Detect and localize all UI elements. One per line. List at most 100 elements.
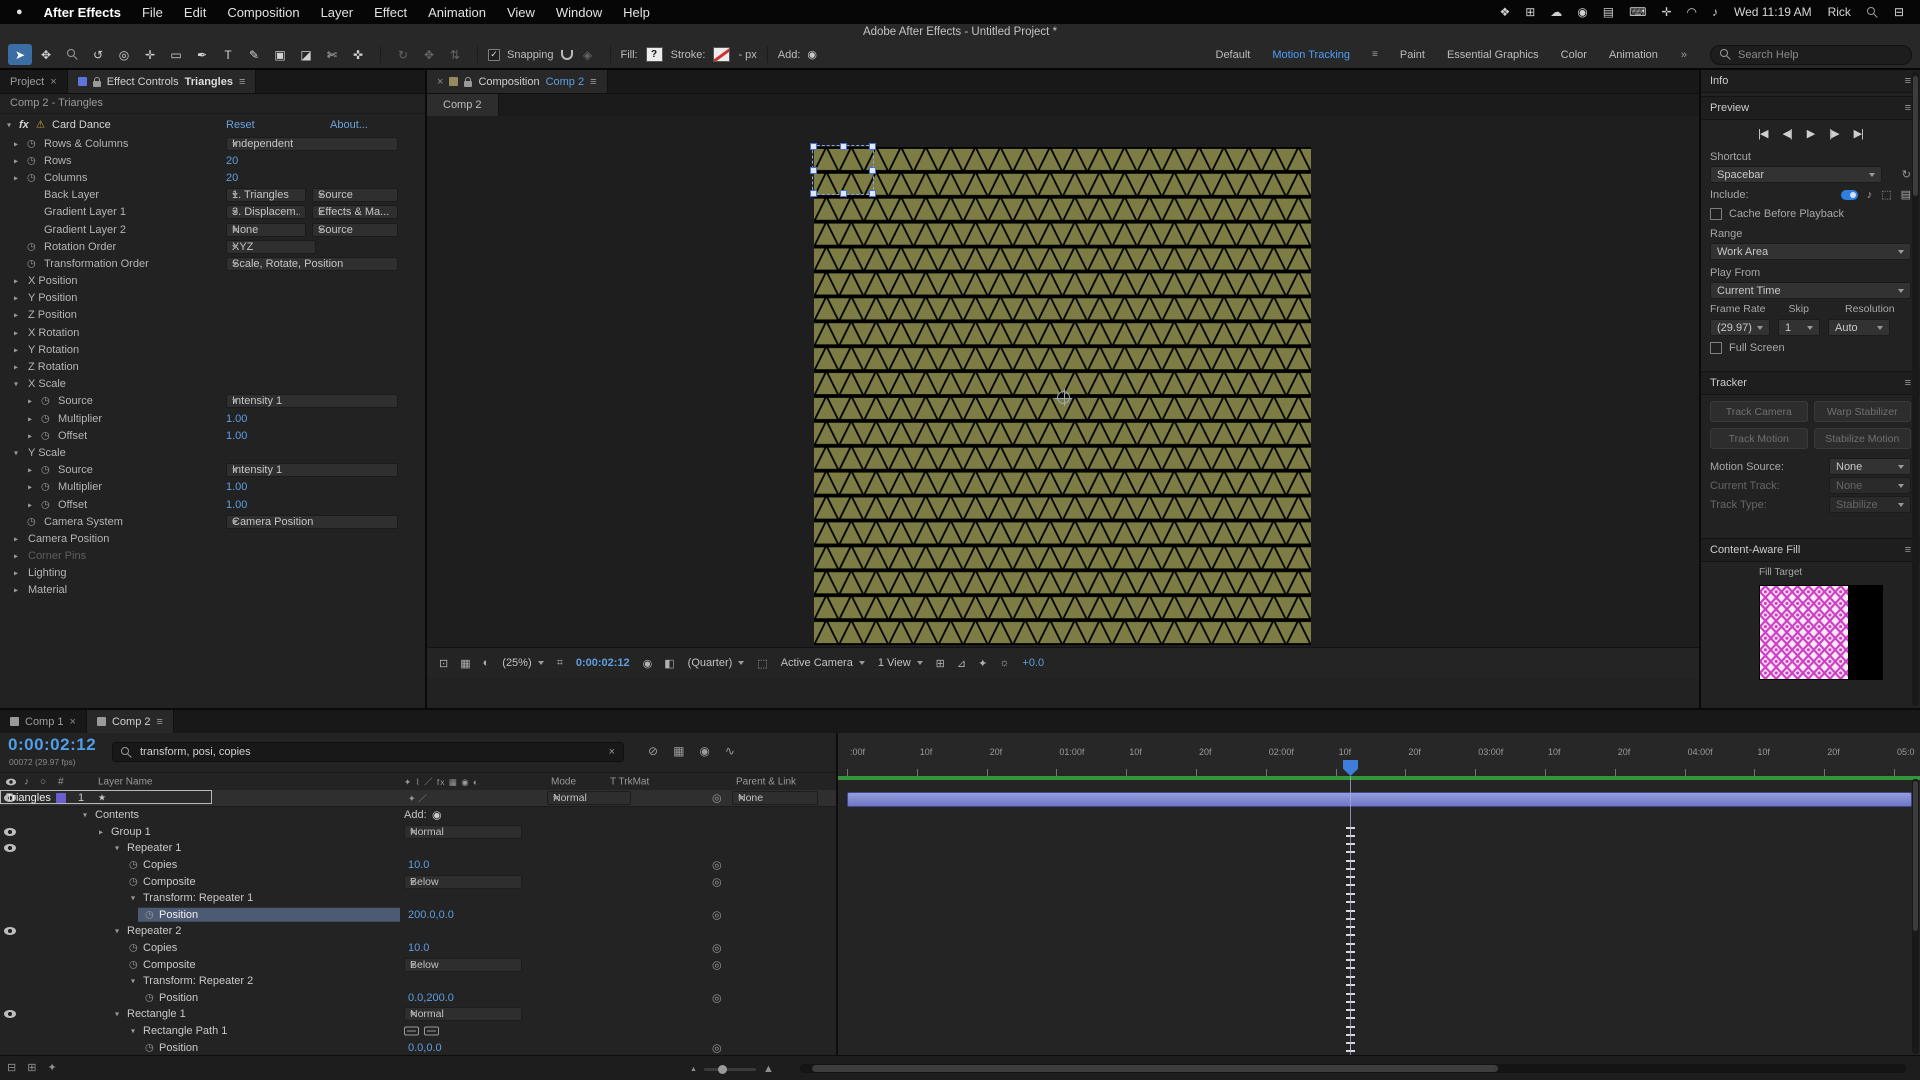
- composite-dropdown[interactable]: Below: [404, 875, 522, 889]
- zoom-slider-knob[interactable]: [718, 1065, 727, 1074]
- brush-tool[interactable]: ✎: [242, 44, 266, 65]
- stopwatch-icon[interactable]: ◷: [27, 138, 36, 149]
- timeline-search-field[interactable]: transform, posi, copies ×: [112, 742, 624, 762]
- pick-whip-icon[interactable]: ◎: [712, 908, 722, 921]
- fast-previews-icon[interactable]: ⊿: [957, 657, 966, 670]
- frame-blend-icon[interactable]: ▦: [673, 744, 684, 758]
- source-dropdown[interactable]: Effects & Ma...: [312, 205, 398, 219]
- overlays-toggle-icon[interactable]: ⬚: [1881, 188, 1891, 201]
- property-value[interactable]: 1.00: [226, 481, 247, 493]
- property-value[interactable]: 20: [226, 155, 238, 167]
- property-row-rectangle-path-1[interactable]: ▾Rectangle Path 1: [0, 1023, 836, 1040]
- pick-whip-icon[interactable]: ◎: [712, 1041, 722, 1054]
- accessibility-icon[interactable]: ✛: [1661, 5, 1671, 19]
- group-mode-dropdown[interactable]: Normal: [404, 825, 522, 839]
- fx-badge-icon[interactable]: fx: [19, 119, 29, 131]
- source-dropdown[interactable]: Source: [312, 188, 398, 202]
- eye-toggle[interactable]: [4, 828, 16, 836]
- expand-icon[interactable]: ▸: [14, 277, 18, 286]
- expand-icon[interactable]: ▸: [14, 156, 18, 165]
- active-camera-dropdown[interactable]: Active Camera: [781, 657, 865, 669]
- layer-dropdown[interactable]: 1. Triangles: [226, 188, 306, 202]
- tab-comp-1[interactable]: Comp 1 ×: [0, 710, 87, 733]
- stopwatch-icon[interactable]: ◷: [129, 860, 138, 871]
- zoom-slider[interactable]: [704, 1068, 756, 1071]
- pixel-aspect-icon[interactable]: ⊞: [936, 657, 945, 670]
- type-tool[interactable]: T: [216, 44, 240, 65]
- dolly-camera-tool[interactable]: ⇅: [443, 44, 467, 65]
- resolution-dropdown[interactable]: Auto: [1828, 319, 1890, 336]
- stopwatch-icon[interactable]: ◷: [129, 876, 138, 887]
- property-row-composite[interactable]: ◷CompositeBelow◎: [0, 873, 836, 890]
- panel-menu-icon[interactable]: ≡: [239, 76, 245, 88]
- expand-icon[interactable]: ▸: [28, 431, 32, 440]
- stopwatch-icon[interactable]: ◷: [41, 482, 50, 493]
- full-screen-checkbox[interactable]: [1710, 342, 1722, 354]
- preview-panel-header[interactable]: Preview ≡: [1701, 96, 1920, 120]
- property-row-repeater-1[interactable]: ▾Repeater 1: [0, 840, 836, 857]
- workspace-animation[interactable]: Animation: [1609, 49, 1658, 61]
- pan-behind-tool[interactable]: ✛: [138, 44, 162, 65]
- parent-dropdown[interactable]: None: [732, 791, 818, 805]
- exposure-value[interactable]: +0.0: [1022, 657, 1044, 669]
- expand-icon[interactable]: ▸: [14, 569, 18, 578]
- expand-icon[interactable]: ▸: [28, 466, 32, 475]
- workspace-motion-tracking[interactable]: Motion Tracking: [1272, 49, 1350, 61]
- property-row-position[interactable]: ◷Position0.0,200.0◎: [0, 990, 836, 1007]
- play-from-dropdown[interactable]: Current Time: [1710, 282, 1911, 299]
- eraser-tool[interactable]: ◪: [294, 44, 318, 65]
- panel-menu-icon[interactable]: ≡: [1905, 544, 1911, 556]
- selection-tool[interactable]: ➤: [8, 44, 32, 65]
- search-help-box[interactable]: Search Help: [1710, 45, 1912, 65]
- workspace-paint[interactable]: Paint: [1400, 49, 1425, 61]
- layer-switches[interactable]: ✦ ／: [408, 792, 427, 805]
- tracker-panel-header[interactable]: Tracker ≡: [1701, 371, 1920, 395]
- expand-icon[interactable]: ▸: [28, 414, 32, 423]
- motion-source-dropdown[interactable]: None: [1829, 458, 1911, 475]
- pick-whip-icon[interactable]: ◎: [712, 942, 722, 955]
- layer-selection-outline[interactable]: [812, 145, 874, 195]
- apple-menu-icon[interactable]: ●: [16, 6, 23, 18]
- expand-transfer-controls-icon[interactable]: ⊞: [27, 1061, 36, 1074]
- selection-handle[interactable]: [840, 190, 847, 197]
- pen-tool[interactable]: ✒: [190, 44, 214, 65]
- view-layout-dropdown[interactable]: 1 View: [878, 657, 923, 669]
- add-shape-icon[interactable]: ◉: [807, 48, 817, 61]
- stopwatch-icon[interactable]: ◷: [129, 959, 138, 970]
- layer-row-triangles[interactable]: 1★Triangles✦ ／Normal◎None: [0, 790, 836, 807]
- pick-whip-icon[interactable]: ◎: [712, 958, 722, 971]
- tab-project[interactable]: Project ×: [0, 70, 68, 93]
- control-center-icon[interactable]: ⊟: [1894, 5, 1904, 19]
- about-button[interactable]: About...: [330, 119, 368, 131]
- expand-icon[interactable]: ▸: [14, 294, 18, 303]
- workspace-color[interactable]: Color: [1561, 49, 1587, 61]
- reset-button[interactable]: Reset: [226, 119, 255, 131]
- property-row-repeater-2[interactable]: ▾Repeater 2: [0, 923, 836, 940]
- source-dropdown[interactable]: Source: [312, 223, 398, 237]
- pan-camera-tool[interactable]: ✥: [417, 44, 441, 65]
- viewer-tab-comp2[interactable]: Comp 2: [427, 94, 499, 116]
- pick-whip-icon[interactable]: ◎: [712, 875, 722, 888]
- menu-layer[interactable]: Layer: [321, 5, 354, 20]
- property-row-position[interactable]: ◷Position0.0,0.0◎: [0, 1039, 836, 1056]
- expand-icon[interactable]: ▸: [14, 552, 18, 561]
- eye-toggle[interactable]: [4, 927, 16, 935]
- menu-window[interactable]: Window: [556, 5, 602, 20]
- magnet-icon[interactable]: [561, 50, 573, 60]
- expand-icon[interactable]: ▸: [99, 827, 103, 836]
- property-row-group-1[interactable]: ▸Group 1Normal: [0, 824, 836, 841]
- property-row-transform-repeater-1[interactable]: ▾Transform: Repeater 1: [0, 890, 836, 907]
- play-button[interactable]: ▶: [1807, 127, 1814, 140]
- selection-handle[interactable]: [810, 143, 817, 150]
- mode-column-label[interactable]: Mode: [551, 777, 576, 788]
- expand-layer-switches-icon[interactable]: ⊟: [7, 1061, 16, 1074]
- displays-icon[interactable]: ⊞: [1525, 5, 1535, 19]
- expand-icon[interactable]: ▸: [14, 139, 18, 148]
- layer-dropdown[interactable]: None: [226, 223, 306, 237]
- layer-controls-toggle-icon[interactable]: ▤: [1901, 188, 1911, 201]
- menu-edit[interactable]: Edit: [184, 5, 206, 20]
- expand-icon[interactable]: ▸: [14, 311, 18, 320]
- timeline-track-area[interactable]: :00f10f20f01:00f10f20f02:00f10f20f03:00f…: [836, 733, 1920, 1056]
- snapping-checkbox[interactable]: ✓: [488, 49, 500, 61]
- frame-rate-dropdown[interactable]: (29.97): [1710, 319, 1770, 336]
